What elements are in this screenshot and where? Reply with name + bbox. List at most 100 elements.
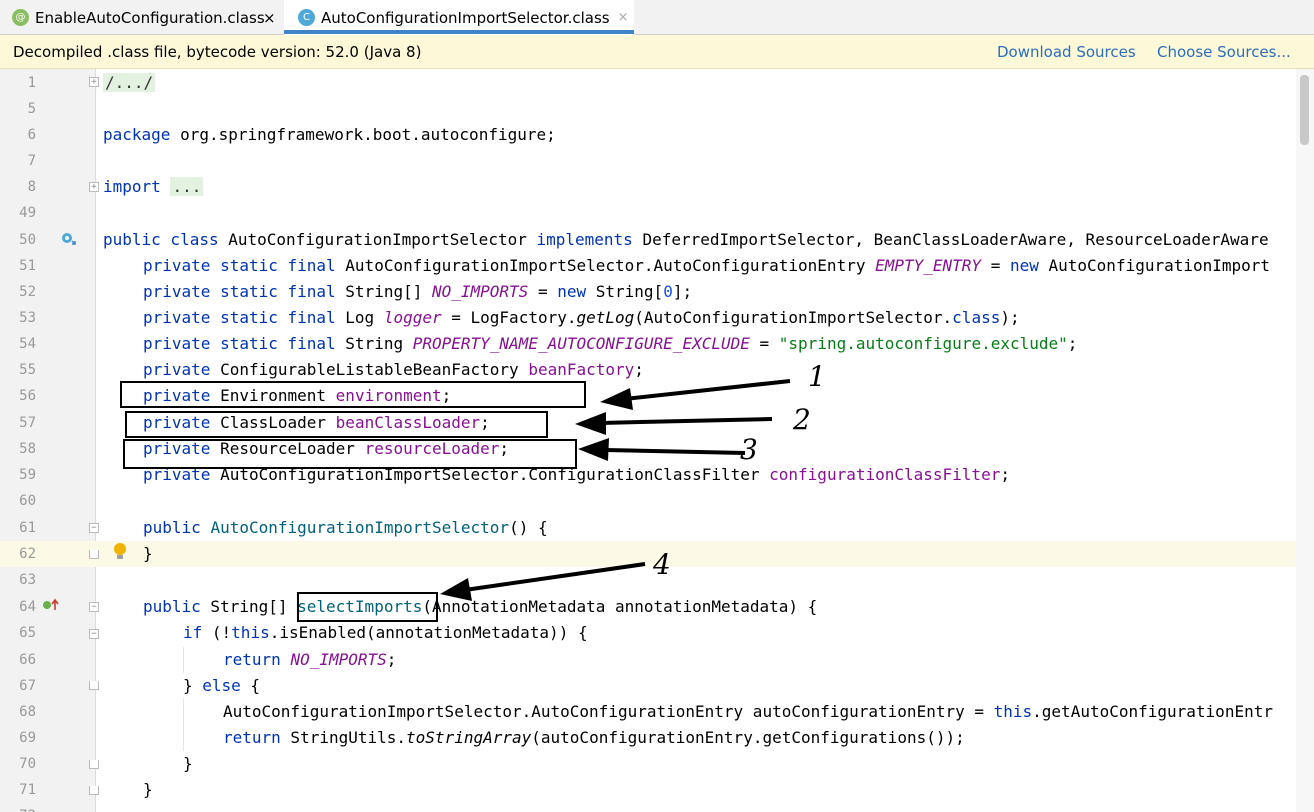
keyword: public class: [103, 230, 219, 249]
line-number: 52: [19, 284, 36, 300]
scrollbar-thumb[interactable]: [1300, 75, 1309, 145]
code-text: AutoConfigurationImportSelector.AutoConf…: [223, 702, 994, 721]
keyword: public: [143, 597, 201, 616]
code-text: .getAutoConfigurationEntr: [1032, 702, 1273, 721]
class-icon: C: [298, 9, 315, 26]
keyword: implements: [536, 230, 633, 249]
code-text: }: [183, 676, 203, 695]
code-text: StringUtils.: [280, 728, 407, 747]
vertical-scrollbar[interactable]: [1296, 69, 1314, 812]
static-field: NO_IMPORTS: [431, 282, 529, 301]
code-text: ;: [1000, 465, 1010, 484]
line-number: 64: [19, 599, 36, 615]
keyword: else: [202, 676, 241, 695]
code-line-54: private static final String PROPERTY_NAM…: [143, 331, 1077, 357]
code-text: ;: [386, 650, 397, 669]
fold-icon[interactable]: +: [89, 77, 99, 87]
code-line-8: import ...: [103, 174, 204, 200]
fold-end-icon[interactable]: [89, 550, 99, 559]
code-text: (autoConfigurationEntry.getConfiguration…: [531, 728, 965, 747]
line-number: 6: [27, 127, 36, 143]
code-text: =: [528, 282, 558, 301]
download-sources-link[interactable]: Download Sources: [997, 43, 1136, 61]
line-number: 68: [19, 704, 36, 720]
code-line-1: /.../: [103, 70, 156, 96]
tab-enable-auto-configuration[interactable]: @ EnableAutoConfiguration.class: [12, 0, 282, 35]
code-line-55: private ConfigurableListableBeanFactory …: [143, 357, 644, 383]
keyword: private: [143, 360, 211, 379]
fold-icon[interactable]: −: [89, 629, 99, 639]
line-number: 5: [27, 101, 36, 117]
code-text: String: [335, 334, 413, 353]
lightbulb-icon[interactable]: [113, 543, 127, 559]
line-number: 70: [19, 756, 36, 772]
code-line-69: return StringUtils.toStringArray(autoCon…: [223, 725, 965, 751]
line-number: 66: [19, 652, 36, 668]
annotation-class-icon: @: [12, 9, 29, 26]
fold-icon[interactable]: −: [89, 523, 99, 533]
line-number: 62: [19, 546, 36, 562]
code-text: =: [981, 256, 1010, 275]
annotation-box-bean-class-loader: [125, 411, 548, 438]
fold-icon[interactable]: −: [89, 602, 99, 612]
line-number: 65: [19, 625, 36, 641]
annotation-box-environment: [120, 381, 586, 408]
static-field: EMPTY_ENTRY: [875, 256, 982, 275]
fold-end-icon[interactable]: [89, 681, 99, 690]
line-number: 56: [19, 388, 36, 404]
line-number: 8: [27, 179, 36, 195]
line-number: 50: [19, 232, 36, 248]
close-icon[interactable]: ×: [618, 10, 629, 25]
constructor-declaration: AutoConfigurationImportSelector: [210, 518, 510, 537]
keyword: this: [993, 702, 1033, 721]
keyword: return: [223, 728, 281, 747]
code-line-51: private static final AutoConfigurationIm…: [143, 253, 1270, 279]
line-number: 61: [19, 520, 36, 536]
keyword: new: [557, 282, 587, 301]
code-text: = LogFactory.: [441, 308, 577, 327]
line-number: 49: [19, 205, 36, 221]
line-number: 72: [0, 803, 36, 812]
line-number: 69: [19, 730, 36, 746]
line-number: 57: [19, 415, 36, 431]
tab-label: EnableAutoConfiguration.class: [35, 8, 265, 27]
line-number: 60: [19, 493, 36, 509]
code-text: AutoConfigurationImport: [1038, 256, 1271, 275]
code-text: DeferredImportSelector, BeanClassLoaderA…: [632, 230, 1269, 249]
field: configurationClassFilter: [769, 465, 1001, 484]
line-number: 59: [19, 467, 36, 483]
keyword: private static final: [143, 282, 336, 301]
line-number: 54: [19, 336, 36, 352]
editor-tab-bar: @ EnableAutoConfiguration.class C AutoCo…: [0, 0, 1314, 35]
fold-end-icon[interactable]: [89, 786, 99, 795]
tab-label: AutoConfigurationImportSelector.class: [321, 8, 610, 27]
line-number: 63: [19, 572, 36, 588]
keyword: import: [103, 177, 161, 196]
code-text: String[: [586, 282, 664, 301]
fold-icon[interactable]: +: [89, 182, 99, 192]
code-text: }: [143, 780, 153, 799]
line-number: 53: [19, 310, 36, 326]
keyword: package: [103, 125, 171, 144]
banner-message: Decompiled .class file, bytecode version…: [13, 43, 422, 61]
line-number: 1: [27, 75, 36, 91]
close-icon[interactable]: ×: [263, 0, 276, 35]
static-field: logger: [383, 308, 442, 327]
code-text: AutoConfigurationImportSelector.AutoConf…: [335, 256, 876, 275]
override-marker-icon[interactable]: [42, 598, 60, 615]
line-number: 51: [19, 258, 36, 274]
keyword: class: [952, 308, 1001, 327]
choose-sources-link[interactable]: Choose Sources...: [1157, 43, 1291, 61]
line-number: 55: [19, 362, 36, 378]
code-line-62: }: [143, 541, 153, 567]
implements-marker-icon[interactable]: [61, 231, 77, 248]
code-text: .isEnabled(annotationMetadata)) {: [269, 623, 588, 642]
folded-imports[interactable]: ...: [170, 177, 204, 196]
code-text: }: [143, 544, 153, 563]
code-line-6: package org.springframework.boot.autocon…: [103, 122, 556, 148]
keyword: private static final: [143, 334, 336, 353]
fold-end-icon[interactable]: [89, 760, 99, 769]
folded-region[interactable]: /.../: [103, 73, 156, 92]
decompiled-banner: Decompiled .class file, bytecode version…: [0, 35, 1314, 69]
code-line-70: }: [183, 751, 193, 777]
